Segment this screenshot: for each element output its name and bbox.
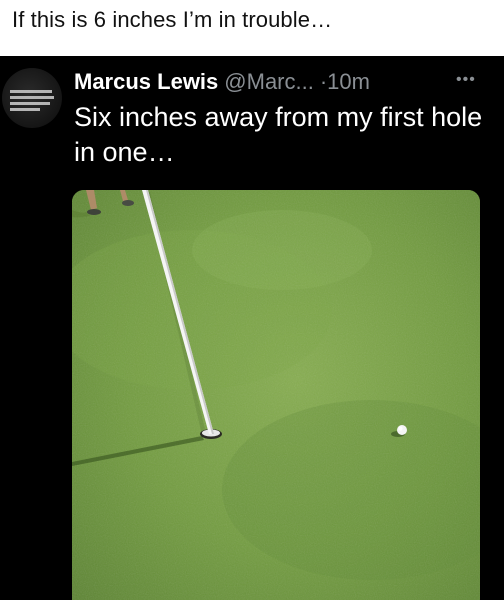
tweet-photo[interactable]: [72, 190, 480, 600]
author-handle[interactable]: @Marc...: [224, 69, 314, 94]
avatar[interactable]: [2, 68, 62, 128]
tweet-card[interactable]: Marcus Lewis @Marc... ·10m ••• Six inches …: [0, 56, 504, 600]
author-name[interactable]: Marcus Lewis: [74, 69, 218, 94]
more-horizontal-icon[interactable]: •••: [456, 71, 476, 89]
tweet-header: Marcus Lewis @Marc... ·10m: [74, 68, 370, 96]
tweet-text: Six inches away from my first hole in on…: [74, 102, 483, 167]
tweet-timestamp[interactable]: ·10m: [320, 69, 370, 94]
golf-green-photo: [72, 190, 480, 600]
meme-caption: If this is 6 inches I’m in trouble…: [12, 7, 333, 32]
